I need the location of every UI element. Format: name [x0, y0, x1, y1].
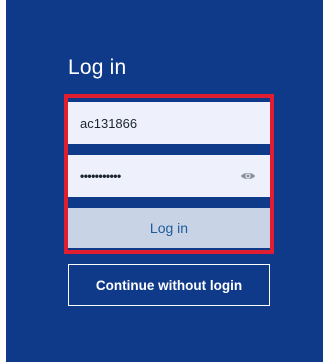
username-field[interactable]: ac131866	[68, 102, 270, 144]
username-value: ac131866	[80, 115, 138, 131]
login-page: Log in ac131866 ••••••••••• Log in Conti…	[0, 0, 323, 362]
continue-without-login-button[interactable]: Continue without login	[68, 264, 270, 306]
eye-icon[interactable]	[240, 169, 256, 183]
login-title: Log in	[68, 56, 127, 79]
password-field[interactable]: •••••••••••	[68, 155, 270, 197]
login-button[interactable]: Log in	[68, 208, 270, 248]
password-value: •••••••••••	[80, 169, 121, 183]
